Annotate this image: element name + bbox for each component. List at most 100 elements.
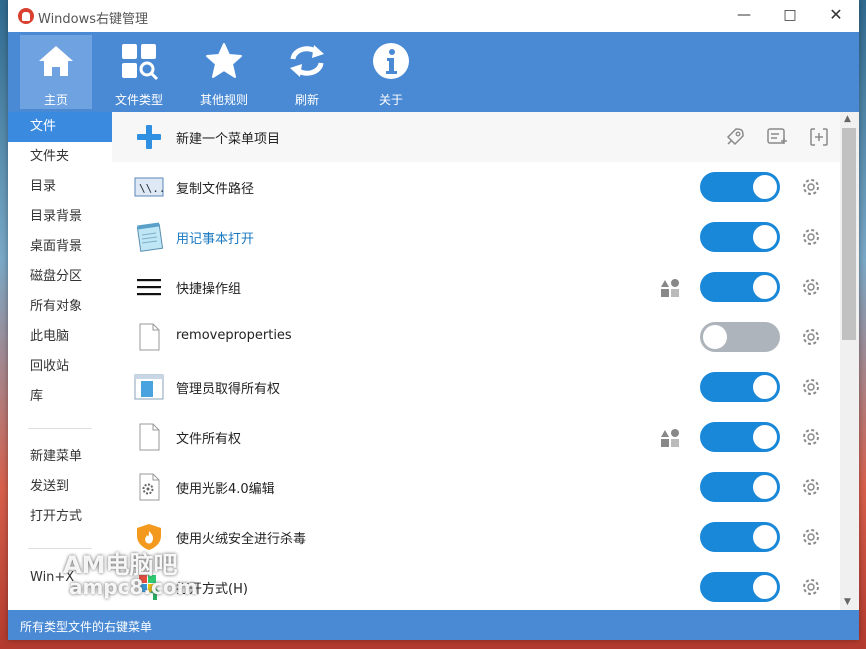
file-gear-icon xyxy=(139,473,160,501)
sidebar-item-all-objects[interactable]: 所有对象 xyxy=(8,292,112,322)
gear-icon[interactable] xyxy=(800,376,822,398)
close-button[interactable]: ✕ xyxy=(813,0,859,32)
sidebar-item-directory[interactable]: 目录 xyxy=(8,172,112,202)
enable-toggle[interactable] xyxy=(700,572,780,602)
gear-icon[interactable] xyxy=(800,176,822,198)
refresh-icon xyxy=(290,45,324,77)
plus-icon xyxy=(137,125,161,149)
menu-item-row[interactable]: 打开方式(H) xyxy=(112,562,840,610)
sidebar-item-drive[interactable]: 磁盘分区 xyxy=(8,262,112,292)
menu-item-row[interactable]: 管理员取得所有权 xyxy=(112,362,840,413)
app-logo-icon xyxy=(18,8,34,24)
main-toolbar: 主页 文件类型 其他规则 刷新 关于 xyxy=(8,32,859,112)
sidebar-item-desktop-background[interactable]: 桌面背景 xyxy=(8,232,112,262)
toggle-knob xyxy=(753,475,777,499)
enable-toggle[interactable] xyxy=(700,222,780,252)
new-menu-item-row[interactable]: 新建一个菜单项目 xyxy=(112,112,840,163)
enable-toggle[interactable] xyxy=(700,322,780,352)
toolbar-file-types-button[interactable]: 文件类型 xyxy=(103,35,175,109)
status-bar: 所有类型文件的右键菜单 xyxy=(8,610,859,640)
enable-toggle[interactable] xyxy=(700,522,780,552)
scrollbar-thumb[interactable] xyxy=(842,128,856,340)
sidebar-item-file[interactable]: 文件 xyxy=(8,112,112,142)
toolbar-other-rules-button[interactable]: 其他规则 xyxy=(188,35,260,109)
watermark-line2: ampc8.com xyxy=(69,575,198,599)
blank-file-icon xyxy=(139,423,160,451)
sidebar-item-this-pc[interactable]: 此电脑 xyxy=(8,322,112,352)
menu-item-row[interactable]: 使用光影4.0编辑 xyxy=(112,462,840,513)
app-window: Windows右键管理 — □ ✕ 主页 文件类型 其他规则 刷新 关于 文件 … xyxy=(8,0,859,640)
toggle-knob xyxy=(753,425,777,449)
enable-toggle[interactable] xyxy=(700,172,780,202)
gear-icon[interactable] xyxy=(800,476,822,498)
menu-item-row[interactable]: 快捷操作组 xyxy=(112,262,840,313)
row-label: 使用火绒安全进行杀毒 xyxy=(176,532,307,547)
menu-item-list: 新建一个菜单项目 \\... xyxy=(112,112,840,610)
menu-item-row[interactable]: \\... 复制文件路径 xyxy=(112,162,840,213)
sidebar-item-recycle-bin[interactable]: 回收站 xyxy=(8,352,112,382)
toggle-knob xyxy=(753,175,777,199)
scroll-up-arrow-icon[interactable]: ▲ xyxy=(844,114,851,124)
watermark: AM电脑吧 ampc8.com xyxy=(63,545,197,599)
title-bar: Windows右键管理 — □ ✕ xyxy=(8,0,859,32)
gear-icon[interactable] xyxy=(800,526,822,548)
enable-toggle[interactable] xyxy=(700,472,780,502)
enable-toggle[interactable] xyxy=(700,272,780,302)
toggle-knob xyxy=(753,525,777,549)
toggle-knob xyxy=(753,225,777,249)
row-label: 新建一个菜单项目 xyxy=(176,132,281,147)
row-label: 快捷操作组 xyxy=(176,282,242,297)
toolbar-refresh-label: 刷新 xyxy=(294,93,319,107)
svg-text:\\...: \\... xyxy=(139,182,164,195)
rocket-icon[interactable] xyxy=(724,126,746,148)
row-label: 使用光影4.0编辑 xyxy=(176,482,275,497)
scroll-down-arrow-icon[interactable]: ▼ xyxy=(844,597,851,607)
toggle-knob xyxy=(703,325,727,349)
home-icon xyxy=(39,46,73,76)
toolbar-refresh-button[interactable]: 刷新 xyxy=(271,35,343,109)
enable-toggle[interactable] xyxy=(700,422,780,452)
vertical-scrollbar[interactable]: ▲ ▼ xyxy=(840,112,859,610)
notepad-icon xyxy=(136,222,164,252)
sidebar: 文件 文件夹 目录 目录背景 桌面背景 磁盘分区 所有对象 此电脑 回收站 库 … xyxy=(8,112,112,610)
toggle-knob xyxy=(753,575,777,599)
row-label: 复制文件路径 xyxy=(176,182,255,197)
gear-icon[interactable] xyxy=(800,226,822,248)
sidebar-item-folder[interactable]: 文件夹 xyxy=(8,142,112,172)
minimize-button[interactable]: — xyxy=(721,0,767,32)
add-item-icon[interactable] xyxy=(808,126,830,148)
status-text: 所有类型文件的右键菜单 xyxy=(20,620,153,634)
window-title: Windows右键管理 xyxy=(38,12,149,27)
menu-lines-icon xyxy=(137,279,161,296)
sidebar-item-new-menu[interactable]: 新建菜单 xyxy=(8,442,112,472)
toggle-knob xyxy=(753,375,777,399)
blank-file-icon xyxy=(139,323,160,351)
window-icon xyxy=(134,374,164,400)
sidebar-divider xyxy=(28,428,92,429)
menu-item-row[interactable]: 用记事本打开 xyxy=(112,212,840,263)
maximize-button[interactable]: □ xyxy=(767,0,813,32)
add-text-icon[interactable] xyxy=(766,126,788,148)
enable-toggle[interactable] xyxy=(700,372,780,402)
sidebar-item-library[interactable]: 库 xyxy=(8,382,112,412)
toolbar-about-button[interactable]: 关于 xyxy=(355,35,427,109)
sidebar-item-open-with[interactable]: 打开方式 xyxy=(8,502,112,532)
toolbar-about-label: 关于 xyxy=(378,93,403,107)
sidebar-item-directory-background[interactable]: 目录背景 xyxy=(8,202,112,232)
file-type-search-icon xyxy=(122,44,159,81)
sidebar-item-send-to[interactable]: 发送到 xyxy=(8,472,112,502)
toolbar-home-label: 主页 xyxy=(43,93,68,107)
star-icon xyxy=(206,43,242,78)
toolbar-home-button[interactable]: 主页 xyxy=(20,35,92,109)
gear-icon[interactable] xyxy=(800,276,822,298)
gear-icon[interactable] xyxy=(800,426,822,448)
menu-item-row[interactable]: 文件所有权 xyxy=(112,412,840,463)
row-label: 管理员取得所有权 xyxy=(176,382,281,397)
row-label: 用记事本打开 xyxy=(176,232,255,247)
gear-icon[interactable] xyxy=(800,326,822,348)
shortcut-group-icon xyxy=(661,279,679,297)
menu-item-row[interactable]: 使用火绒安全进行杀毒 xyxy=(112,512,840,563)
gear-icon[interactable] xyxy=(800,576,822,598)
menu-item-row[interactable]: removeproperties xyxy=(112,312,840,363)
toolbar-other-rules-label: 其他规则 xyxy=(199,93,248,107)
